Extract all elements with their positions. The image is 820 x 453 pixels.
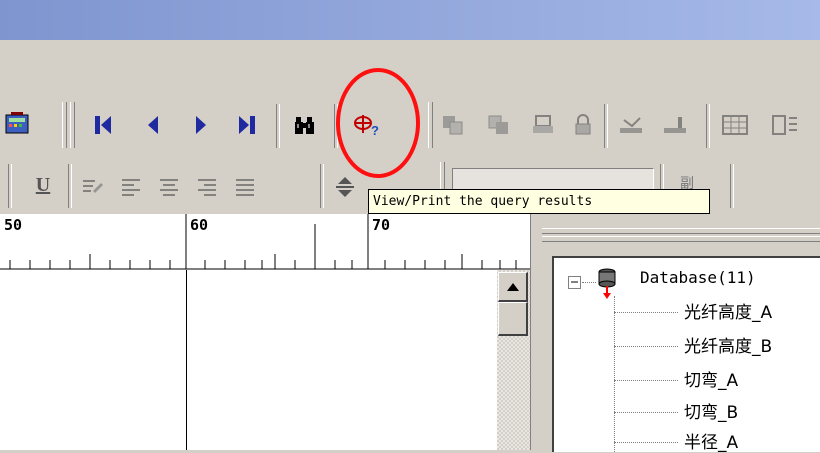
horizontal-ruler: 50 60 70 [0,214,530,271]
toolbar-separator [706,104,710,148]
line-spacing-icon[interactable] [330,170,360,204]
database-tree[interactable]: ⊟ Database(11) 光纤高度_A 光纤高度_B 切弯_A 切弯_B 半… [552,256,820,453]
justify-icon[interactable] [230,170,260,204]
grid-icon[interactable] [720,108,750,142]
toolbar-separator [8,164,12,208]
toolbar-separator [276,104,280,148]
underline-icon: U [35,173,51,196]
next-record-icon[interactable] [186,108,216,142]
lock-icon[interactable] [568,108,598,142]
print-icon[interactable] [528,108,558,142]
report-canvas[interactable] [0,270,497,450]
highlight-circle-annotation [336,68,420,178]
align-left-icon[interactable] [116,170,146,204]
last-record-icon[interactable] [232,108,262,142]
ruler-label: 50 [4,216,23,234]
tree-connector [614,442,678,443]
tree-item[interactable]: 半径_A [684,428,738,453]
export-icon[interactable] [660,108,690,142]
panel-header-line [542,236,820,242]
panel-header-line [542,228,820,234]
tree-item[interactable]: 光纤高度_A [684,298,772,323]
tree-item[interactable]: 切弯_B [684,398,738,423]
toolbar-separator [68,164,72,208]
import-icon[interactable] [616,108,646,142]
format-painter-icon[interactable] [78,170,108,204]
toolbar-separator [604,104,608,148]
find-binoculars-icon[interactable] [290,108,320,142]
toolbar-separator [730,164,734,208]
underline-button[interactable]: U [28,168,58,202]
ruler-label: 60 [190,216,209,234]
tooltip: View/Print the query results [368,189,710,214]
toolbar-separator [320,164,324,208]
tree-item[interactable]: 光纤高度_B [684,332,772,357]
fields-icon[interactable] [770,108,800,142]
toolbar-grip[interactable] [62,102,67,148]
copy-icon[interactable] [438,108,468,142]
tree-connector [582,282,596,283]
tree-connector [614,346,678,347]
tree-connector [614,380,678,381]
ruler-ticks [0,214,530,270]
ruler-label: 70 [372,216,391,234]
collapse-toggle[interactable]: ⊟ [568,276,581,289]
column-divider [186,270,187,450]
vertical-scrollbar[interactable] [497,270,530,450]
tree-connector [614,312,678,313]
tree-connector [614,296,615,452]
toolbar-grip[interactable] [428,102,433,148]
paste-icon[interactable] [484,108,514,142]
tree-item[interactable]: 切弯_A [684,366,738,391]
scroll-up-button[interactable] [498,272,528,302]
previous-record-icon[interactable] [138,108,168,142]
window-title-bar [0,0,820,40]
menu-bar-area [0,40,820,93]
scroll-thumb[interactable] [498,302,528,336]
first-record-icon[interactable] [88,108,118,142]
tree-root-label[interactable]: Database(11) [640,268,756,287]
tree-connector [614,412,678,413]
calculator-icon[interactable] [2,106,32,140]
minus-icon [571,281,578,283]
arrow-up-icon [506,282,519,291]
toolbar-grip[interactable] [70,102,75,148]
align-center-icon[interactable] [154,170,184,204]
align-right-icon[interactable] [192,170,222,204]
